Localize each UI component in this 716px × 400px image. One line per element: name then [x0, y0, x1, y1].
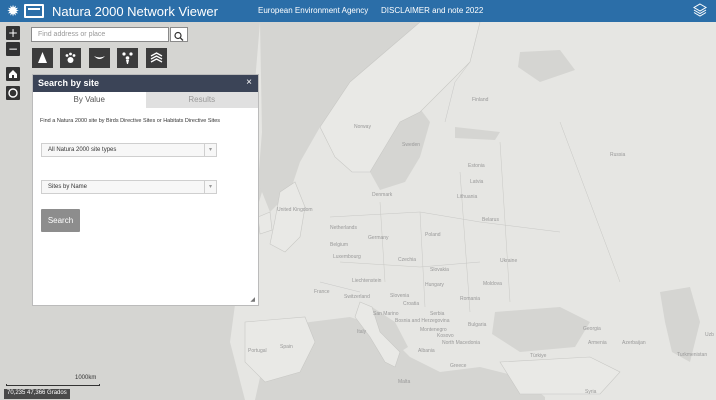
- disclaimer-link[interactable]: DISCLAIMER and note 2022: [381, 6, 483, 15]
- agency-link[interactable]: European Environment Agency: [258, 6, 368, 15]
- tree-icon: [38, 52, 47, 63]
- map-label-latvia: Latvia: [470, 179, 484, 185]
- layers-icon[interactable]: [693, 3, 707, 17]
- search-mode-value: Sites by Name: [48, 184, 88, 190]
- map-label-bulgaria: Bulgaria: [468, 322, 487, 328]
- tool-waves[interactable]: [146, 48, 167, 68]
- search-submit-button[interactable]: Search: [41, 209, 80, 232]
- resize-handle-icon[interactable]: ◢: [250, 296, 255, 303]
- waves-icon: [150, 52, 163, 63]
- chevron-down-icon: ▾: [204, 181, 216, 193]
- map-label-poland: Poland: [425, 232, 441, 238]
- search-by-site-panel: Search by site × By Value Results Find a…: [32, 74, 259, 306]
- map-label-portugal: Portugal: [248, 348, 267, 354]
- map-label-belgium: Belgium: [330, 242, 349, 248]
- map-label-spain: Spain: [280, 344, 293, 350]
- paw-icon: [65, 52, 76, 63]
- map-label-uk: United Kingdom: [277, 207, 313, 213]
- coordinates-readout: 70,235 47,366 Grados: [4, 389, 70, 399]
- bird-icon: [94, 56, 105, 59]
- map-label-greece: Greece: [450, 363, 467, 369]
- map-label-czechia: Czechia: [398, 257, 417, 263]
- close-icon[interactable]: ×: [246, 77, 252, 88]
- home-icon: [9, 70, 17, 78]
- app-title: Natura 2000 Network Viewer: [52, 3, 218, 19]
- map-label-denmark: Denmark: [372, 192, 393, 198]
- site-type-value: All Natura 2000 site types: [48, 147, 117, 153]
- map-label-romania: Romania: [460, 296, 481, 302]
- map-label-netherlands: Netherlands: [330, 225, 357, 231]
- eea-logo: [24, 4, 44, 18]
- map-label-lithuania: Lithuania: [457, 194, 478, 200]
- search-input[interactable]: Find address or place: [31, 27, 169, 42]
- map-label-serbia: Serbia: [430, 311, 445, 317]
- zoom-out-button[interactable]: −: [6, 42, 20, 56]
- map-label-slovakia: Slovakia: [430, 267, 449, 273]
- map-label-turkmenistan: Turkmenistan: [677, 352, 708, 358]
- locate-button[interactable]: [6, 86, 20, 100]
- tool-habitat[interactable]: [117, 48, 138, 68]
- panel-header: Search by site ×: [33, 75, 258, 92]
- locate-icon: [8, 88, 18, 98]
- zoom-in-button[interactable]: +: [6, 26, 20, 40]
- map-label-belarus: Belarus: [482, 217, 499, 223]
- scale-label: 1000km: [75, 375, 97, 381]
- map-label-kosovo: Kosovo: [437, 333, 454, 339]
- home-button[interactable]: [6, 67, 20, 81]
- search-icon: [174, 31, 184, 41]
- map-label-turkiye: Türkiye: [530, 353, 547, 359]
- chevron-down-icon: ▾: [204, 144, 216, 156]
- map-label-germany: Germany: [368, 235, 389, 241]
- map-label-croatia: Croatia: [403, 301, 420, 307]
- map-label-azerbaijan: Azerbaijan: [622, 340, 646, 346]
- tool-bird[interactable]: [89, 48, 110, 68]
- map-label-bosnia: Bosnia and Herzegovina: [395, 318, 450, 324]
- search-mode-select[interactable]: Sites by Name ▾: [41, 180, 217, 194]
- map-label-georgia: Georgia: [583, 326, 601, 332]
- map-label-finland: Finland: [472, 97, 489, 103]
- panel-title: Search by site: [38, 78, 100, 88]
- tab-results[interactable]: Results: [145, 92, 258, 108]
- scale-bar: [6, 384, 100, 386]
- map-label-norway: Norway: [354, 124, 371, 130]
- app-header: ✹ Natura 2000 Network Viewer European En…: [0, 0, 716, 22]
- tool-tree[interactable]: [32, 48, 53, 68]
- map-label-sweden: Sweden: [402, 142, 421, 148]
- tool-paw[interactable]: [60, 48, 81, 68]
- map-label-uzb: Uzb: [705, 332, 714, 338]
- map-label-france: France: [314, 289, 330, 295]
- map-label-ukraine: Ukraine: [500, 258, 518, 264]
- gear-icon[interactable]: ✹: [5, 3, 21, 19]
- map-label-liechtenstein: Liechtenstein: [352, 278, 382, 284]
- site-type-select[interactable]: All Natura 2000 site types ▾: [41, 143, 217, 157]
- habitat-icon: [122, 52, 133, 64]
- search-button[interactable]: [170, 27, 188, 42]
- map-label-switzerland: Switzerland: [344, 294, 370, 300]
- map-label-slovenia: Slovenia: [390, 293, 410, 299]
- map-label-syria: Syria: [585, 389, 597, 395]
- map-label-albania: Albania: [418, 348, 435, 354]
- map-label-armenia: Armenia: [588, 340, 607, 346]
- map-label-hungary: Hungary: [425, 282, 444, 288]
- map-label-luxembourg: Luxembourg: [333, 254, 361, 260]
- panel-description: Find a Natura 2000 site by Birds Directi…: [40, 118, 221, 124]
- map-label-north-macedonia: North Macedonia: [442, 340, 481, 346]
- map-label-san-marino: San Marino: [373, 311, 399, 317]
- map-label-malta: Malta: [398, 379, 411, 385]
- map-label-russia: Russia: [610, 152, 626, 158]
- map-label-estonia: Estonia: [468, 163, 485, 169]
- tab-by-value[interactable]: By Value: [33, 92, 146, 108]
- map-label-moldova: Moldova: [483, 281, 502, 287]
- panel-tabs: By Value Results: [33, 92, 258, 108]
- map-label-italy: Italy: [357, 329, 367, 335]
